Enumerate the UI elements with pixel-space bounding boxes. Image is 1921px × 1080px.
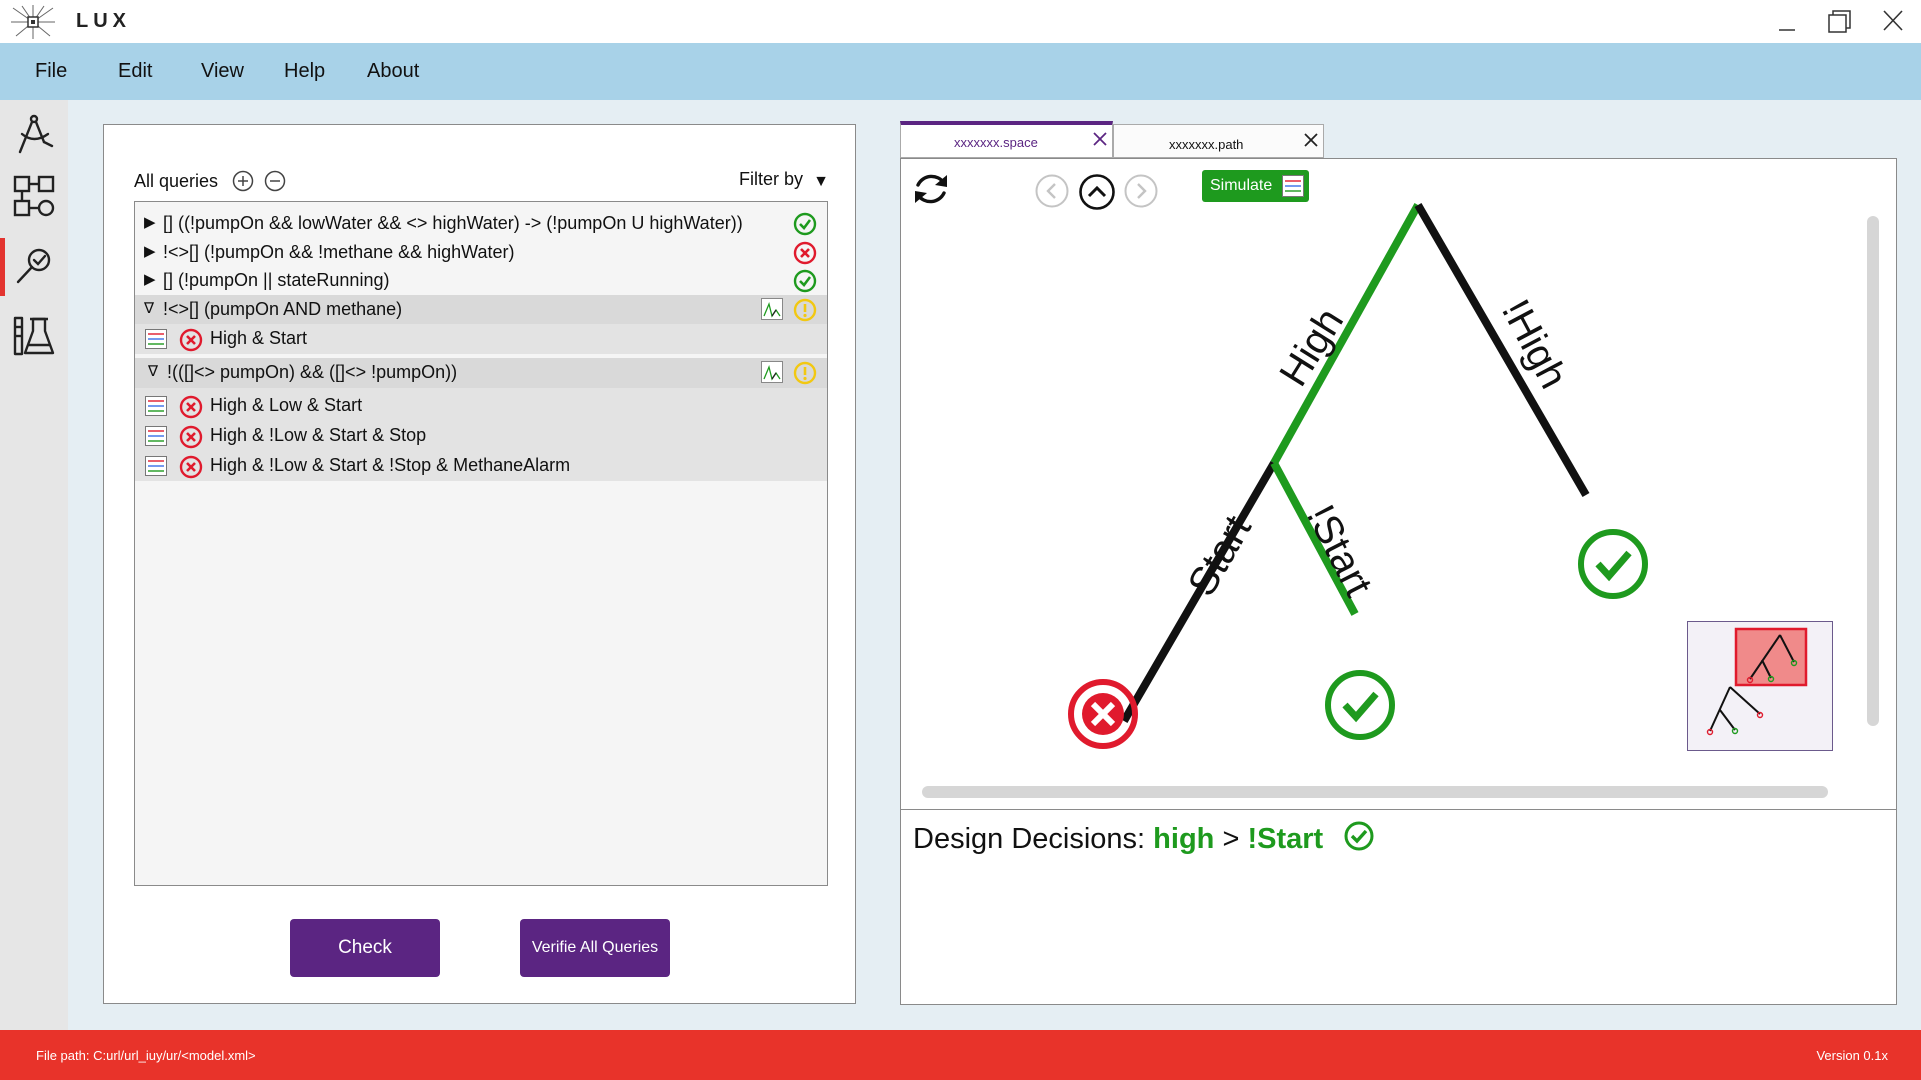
close-window-icon[interactable] bbox=[1873, 6, 1913, 36]
menu-about[interactable]: About bbox=[367, 60, 419, 83]
queries-panel: All queries Filter by ▼ ▶ [] ((!pumpOn &… bbox=[103, 124, 856, 1004]
app-title: LUX bbox=[76, 10, 131, 32]
pass-icon bbox=[793, 212, 817, 236]
filter-dropdown-icon[interactable]: ▼ bbox=[813, 173, 829, 191]
file-path-text: File path: C:url/url_iuy/ur/<model.xml> bbox=[36, 1048, 256, 1063]
rail-verify-button[interactable] bbox=[0, 236, 68, 296]
fail-icon bbox=[179, 328, 203, 352]
fail-icon bbox=[179, 395, 203, 419]
warning-icon bbox=[793, 298, 817, 322]
minimize-icon[interactable] bbox=[1767, 6, 1807, 36]
trace-text: High & Low & Start bbox=[210, 395, 363, 415]
query-text: [] (!pumpOn || stateRunning) bbox=[163, 270, 390, 290]
node-pass-icon[interactable] bbox=[1578, 529, 1648, 599]
tab-path[interactable]: xxxxxxx.path bbox=[1113, 124, 1324, 158]
rail-design-button[interactable] bbox=[0, 104, 68, 164]
query-text: !(([]<> pumpOn) && ([]<> !pumpOn)) bbox=[167, 362, 458, 382]
trace-row[interactable]: High & !Low & Start & !Stop & MethaneAla… bbox=[135, 451, 827, 480]
trace-text: High & !Low & Start & !Stop & MethaneAla… bbox=[210, 455, 571, 475]
trace-text: High & Start bbox=[210, 328, 308, 348]
warning-icon bbox=[793, 361, 817, 385]
all-queries-label: All queries bbox=[134, 171, 219, 191]
collapse-icon[interactable]: ∇ bbox=[144, 299, 154, 317]
design-decisions-line: Design Decisions: high > !Start bbox=[913, 820, 1375, 856]
trace-row[interactable]: High & Start bbox=[135, 324, 827, 354]
chart-icon[interactable] bbox=[761, 361, 783, 383]
query-list: ▶ [] ((!pumpOn && lowWater && <> highWat… bbox=[134, 201, 828, 886]
tab-space[interactable]: xxxxxxx.space bbox=[900, 121, 1113, 158]
trace-icon[interactable] bbox=[145, 329, 167, 349]
horizontal-scrollbar[interactable] bbox=[922, 786, 1828, 798]
fail-icon bbox=[179, 425, 203, 449]
menu-file[interactable]: File bbox=[35, 60, 67, 83]
decision-second[interactable]: !Start bbox=[1247, 823, 1323, 855]
rail-experiment-button[interactable] bbox=[0, 306, 68, 366]
chart-icon[interactable] bbox=[761, 298, 783, 320]
close-tab-icon[interactable] bbox=[1091, 130, 1109, 148]
trace-row[interactable]: High & !Low & Start & Stop bbox=[135, 421, 827, 450]
query-row-expanded[interactable]: ∇ !<>[] (pumpOn AND methane) bbox=[135, 295, 827, 324]
decision-first[interactable]: high bbox=[1153, 823, 1214, 855]
tab-label: xxxxxxx.space bbox=[954, 135, 1038, 150]
design-decisions-label: Design Decisions: bbox=[913, 823, 1146, 855]
query-row[interactable]: ▶ !<>[] (!pumpOn && !methane && highWate… bbox=[135, 238, 827, 267]
trace-icon[interactable] bbox=[145, 396, 167, 416]
expand-icon[interactable]: ▶ bbox=[144, 213, 156, 231]
trace-icon[interactable] bbox=[145, 426, 167, 446]
menu-bar: File Edit View Help About bbox=[0, 43, 1921, 100]
app-logo-icon bbox=[11, 5, 55, 39]
query-text: [] ((!pumpOn && lowWater && <> highWater… bbox=[163, 213, 743, 233]
status-bar: File path: C:url/url_iuy/ur/<model.xml> … bbox=[0, 1030, 1921, 1080]
close-tab-icon[interactable] bbox=[1302, 131, 1320, 149]
rail-model-button[interactable] bbox=[0, 166, 68, 226]
query-row[interactable]: ▶ [] ((!pumpOn && lowWater && <> highWat… bbox=[135, 209, 827, 238]
expand-icon[interactable]: ▶ bbox=[144, 242, 156, 260]
pass-icon bbox=[1344, 821, 1374, 851]
compass-icon bbox=[18, 114, 54, 154]
verify-all-button[interactable]: Verifie All Queries bbox=[520, 919, 670, 977]
trace-icon[interactable] bbox=[145, 456, 167, 476]
query-text: !<>[] (pumpOn AND methane) bbox=[163, 299, 403, 319]
menu-view[interactable]: View bbox=[201, 60, 244, 83]
diagram-blocks-icon bbox=[13, 175, 55, 217]
version-text: Version 0.1x bbox=[1816, 1048, 1888, 1063]
restore-icon[interactable] bbox=[1819, 6, 1859, 36]
expand-icon[interactable]: ▶ bbox=[144, 270, 156, 288]
design-decisions-panel: Design Decisions: high > !Start bbox=[900, 809, 1897, 1005]
decision-separator: > bbox=[1222, 823, 1240, 855]
title-bar: LUX bbox=[0, 0, 1921, 43]
collapse-icon[interactable]: ∇ bbox=[148, 362, 158, 380]
filter-label[interactable]: Filter by bbox=[739, 169, 803, 190]
fail-icon bbox=[793, 241, 817, 265]
edge-label-start: Start bbox=[1180, 508, 1260, 603]
remove-query-icon[interactable] bbox=[264, 170, 286, 192]
trace-text: High & !Low & Start & Stop bbox=[210, 425, 427, 445]
node-pass-icon[interactable] bbox=[1325, 670, 1395, 740]
tree-minimap[interactable] bbox=[1687, 621, 1833, 751]
menu-edit[interactable]: Edit bbox=[118, 60, 152, 83]
fail-icon bbox=[179, 455, 203, 479]
rail-active-indicator bbox=[0, 238, 5, 296]
check-button[interactable]: Check bbox=[290, 919, 440, 977]
query-row-expanded[interactable]: ∇ !(([]<> pumpOn) && ([]<> !pumpOn)) bbox=[135, 358, 827, 388]
vertical-scrollbar[interactable] bbox=[1867, 216, 1879, 726]
pass-icon bbox=[793, 269, 817, 293]
flask-icon bbox=[13, 316, 55, 356]
trace-row[interactable]: High & Low & Start bbox=[135, 391, 827, 420]
query-row[interactable]: ▶ [] (!pumpOn || stateRunning) bbox=[135, 266, 827, 295]
edge-label-not-high: !High bbox=[1493, 293, 1576, 396]
edge-label-not-start: !Start bbox=[1298, 498, 1381, 603]
search-check-icon bbox=[16, 248, 51, 284]
add-query-icon[interactable] bbox=[232, 170, 254, 192]
state-space-panel: Simulate High !High Start !Start bbox=[900, 158, 1897, 810]
tab-label: xxxxxxx.path bbox=[1169, 137, 1244, 152]
left-toolbar bbox=[0, 100, 68, 1030]
menu-help[interactable]: Help bbox=[284, 60, 325, 83]
query-text: !<>[] (!pumpOn && !methane && highWater) bbox=[163, 242, 515, 262]
